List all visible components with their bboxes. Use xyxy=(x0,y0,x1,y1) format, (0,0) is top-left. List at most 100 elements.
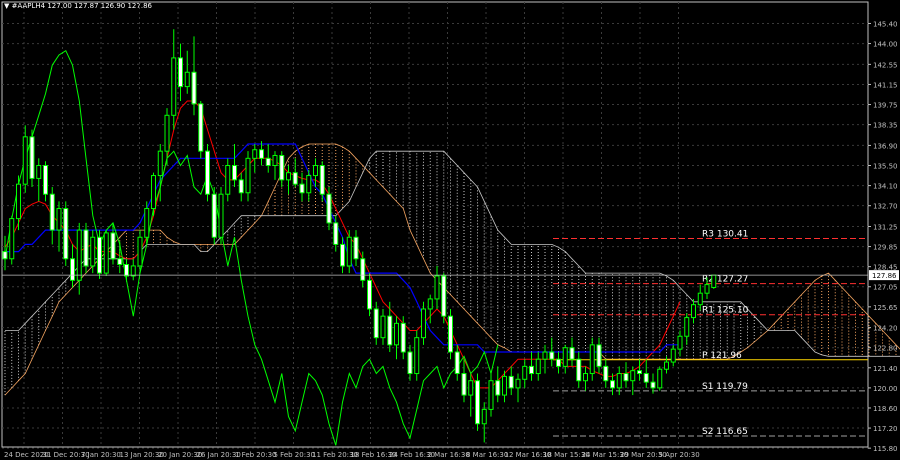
candle-body xyxy=(103,232,109,274)
candle xyxy=(90,230,96,274)
pivot-label-r1: R1 125.10 xyxy=(702,306,749,316)
candle-body xyxy=(623,373,629,382)
x-tick-label: 5 Apr 20:30 xyxy=(659,451,700,459)
candle-body xyxy=(502,375,507,396)
candle xyxy=(70,244,75,288)
candle xyxy=(22,125,28,193)
candle-body xyxy=(583,373,588,382)
candle xyxy=(103,230,109,276)
candle-body xyxy=(49,193,55,231)
candle-body xyxy=(252,149,258,159)
candle xyxy=(508,366,514,396)
candle-body xyxy=(657,368,663,389)
candle xyxy=(535,352,541,381)
candle-body xyxy=(353,236,359,260)
candle-body xyxy=(232,165,237,181)
candle xyxy=(542,344,548,374)
candle-body xyxy=(387,315,393,346)
candle-body xyxy=(691,304,696,319)
candle-body xyxy=(178,57,183,88)
candle-body xyxy=(542,351,548,360)
candle xyxy=(218,187,224,245)
candle xyxy=(16,175,21,231)
candle xyxy=(691,298,696,324)
candle-body xyxy=(475,380,480,425)
candle xyxy=(367,273,372,317)
candle-body xyxy=(319,165,325,195)
candle-body xyxy=(535,358,541,375)
candle xyxy=(562,344,568,374)
candle-body xyxy=(407,351,413,375)
y-tick-label: 142.55 xyxy=(873,61,898,69)
candle-body xyxy=(211,193,217,238)
y-tick-label: 122.80 xyxy=(873,345,898,353)
pivot-label-r2: R2 127.27 xyxy=(702,275,748,285)
candle xyxy=(475,373,480,431)
candle-body xyxy=(70,258,75,281)
candle-body xyxy=(83,229,89,267)
candle xyxy=(623,362,629,388)
y-tick-label: 132.70 xyxy=(873,203,898,211)
candle-body xyxy=(421,308,426,339)
x-tick-label: 8 Mar 16:30 xyxy=(466,451,508,459)
candle-body xyxy=(9,218,15,260)
candle-body xyxy=(441,275,447,317)
candle xyxy=(56,201,62,252)
candle-body xyxy=(596,344,602,367)
x-tick-label: 5 Feb 20:30 xyxy=(274,451,315,459)
candle-body xyxy=(279,154,285,181)
candle xyxy=(191,36,197,116)
candle xyxy=(522,359,528,388)
candle xyxy=(380,308,386,345)
candle xyxy=(414,330,420,381)
pivot-label-s1: S1 119.79 xyxy=(702,382,748,392)
candle-body xyxy=(22,136,28,185)
candle-body xyxy=(562,347,568,367)
candle-body xyxy=(299,183,305,194)
candle xyxy=(441,273,447,324)
candle-body xyxy=(670,348,676,363)
candle xyxy=(49,187,55,245)
candle-body xyxy=(2,251,8,260)
candle xyxy=(124,258,129,282)
candle-body xyxy=(56,208,62,231)
candle xyxy=(643,359,649,388)
candle-body xyxy=(184,71,190,88)
y-tick-label: 134.10 xyxy=(873,183,898,191)
candle xyxy=(238,172,244,202)
candle-body xyxy=(326,193,332,224)
price-chart[interactable]: R3 130.41 R2 127.27 R1 125.10 P 121.96 S1 11… xyxy=(0,0,900,460)
candle xyxy=(83,222,89,274)
candle-body xyxy=(603,365,609,382)
candle xyxy=(529,352,534,381)
plot-frame xyxy=(1,1,869,448)
candle xyxy=(448,308,453,360)
candle-body xyxy=(76,229,82,281)
candle-body xyxy=(515,378,521,389)
candle-body xyxy=(306,175,312,194)
candle-body xyxy=(16,183,21,220)
candle-body xyxy=(643,373,649,383)
candle-body xyxy=(117,258,123,266)
candle xyxy=(171,29,177,130)
candle xyxy=(569,337,575,367)
candle xyxy=(43,161,48,202)
candle-body xyxy=(637,370,642,375)
candle xyxy=(454,344,460,381)
candle-body xyxy=(495,380,501,396)
candle-body xyxy=(171,57,177,116)
candle-body xyxy=(576,358,582,382)
y-tick-label: 145.40 xyxy=(873,20,898,28)
candle xyxy=(427,294,433,324)
current-price-label: 127.86 xyxy=(872,272,897,280)
candle xyxy=(515,373,521,403)
candle xyxy=(63,201,69,266)
candle xyxy=(711,274,717,289)
candle-body xyxy=(589,344,595,375)
candle-body xyxy=(218,193,224,238)
candle-body xyxy=(697,292,703,306)
y-tick-label: 141.15 xyxy=(873,81,898,89)
candle xyxy=(184,50,190,94)
candle xyxy=(353,230,359,266)
candle-body xyxy=(616,373,622,389)
